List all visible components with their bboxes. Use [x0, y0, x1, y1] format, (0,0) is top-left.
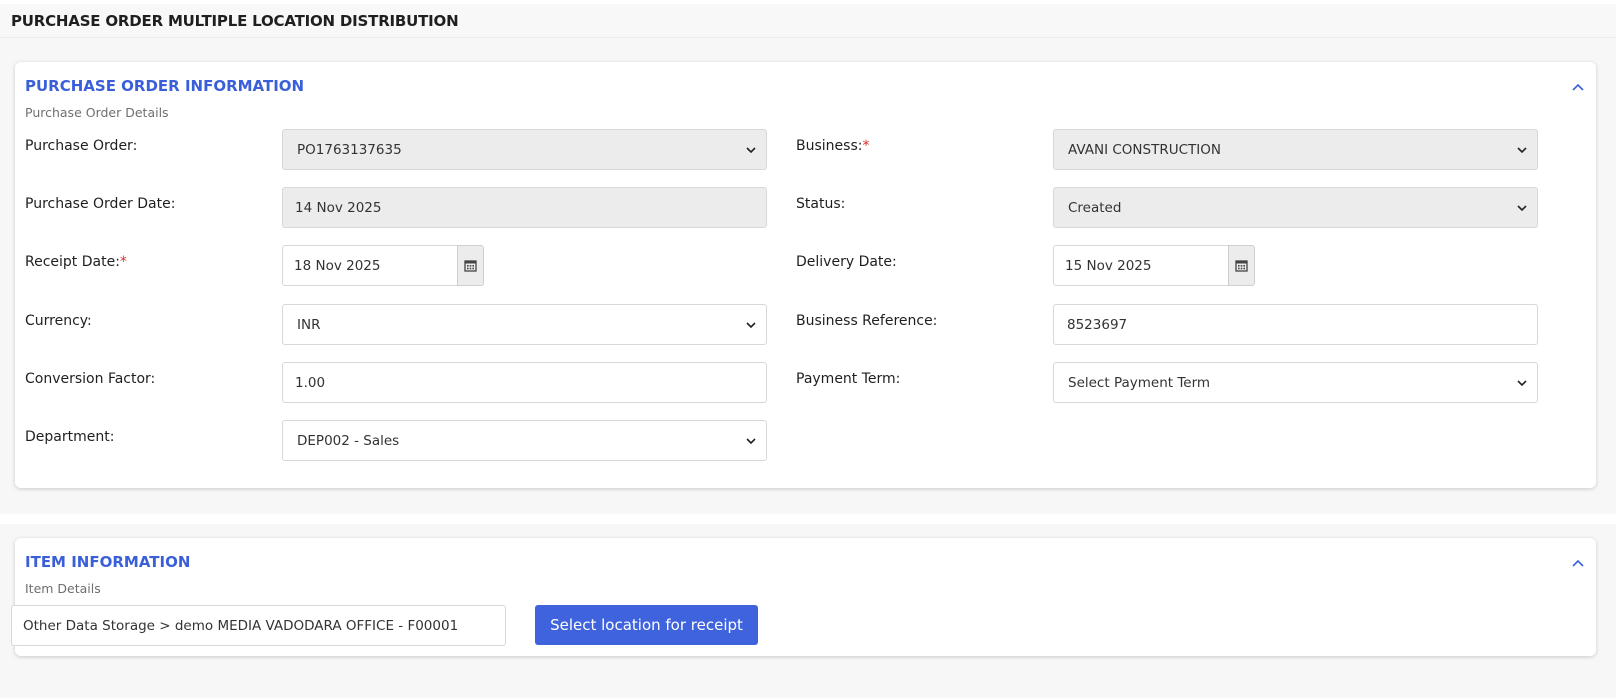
- item-section-title: ITEM INFORMATION: [25, 553, 191, 571]
- currency-value: INR: [297, 316, 321, 333]
- receipt-date-input[interactable]: 18 Nov 2025: [282, 245, 457, 286]
- required-mark: *: [119, 254, 127, 270]
- business-reference-input[interactable]: 8523697: [1053, 304, 1538, 345]
- payment-term-select[interactable]: Select Payment Term: [1053, 362, 1538, 403]
- purchase-order-value: PO1763137635: [297, 141, 402, 158]
- receipt-date-label: Receipt Date:*: [25, 254, 127, 270]
- purchase-order-select[interactable]: PO1763137635: [282, 129, 767, 170]
- chevron-up-icon[interactable]: [1570, 556, 1586, 572]
- business-reference-value: 8523697: [1067, 316, 1128, 333]
- chevron-down-icon: [746, 438, 756, 445]
- delivery-date-input[interactable]: 15 Nov 2025: [1053, 245, 1228, 286]
- po-date-value: 14 Nov 2025: [295, 199, 382, 216]
- status-select[interactable]: Created: [1053, 187, 1538, 228]
- chevron-down-icon: [746, 322, 756, 329]
- purchase-order-label: Purchase Order:: [25, 138, 138, 154]
- receipt-date-value: 18 Nov 2025: [294, 257, 381, 274]
- payment-term-value: Select Payment Term: [1068, 374, 1211, 391]
- department-label: Department:: [25, 429, 115, 445]
- business-reference-label: Business Reference:: [796, 313, 938, 329]
- po-date-field: 14 Nov 2025: [282, 187, 767, 228]
- chevron-down-icon: [1517, 205, 1527, 212]
- currency-select[interactable]: INR: [282, 304, 767, 345]
- location-path-value: Other Data Storage > demo MEDIA VADODARA…: [23, 617, 459, 634]
- currency-label: Currency:: [25, 313, 92, 329]
- business-select[interactable]: AVANI CONSTRUCTION: [1053, 129, 1538, 170]
- status-label: Status:: [796, 196, 846, 212]
- delivery-date-picker: 15 Nov 2025: [1053, 245, 1255, 286]
- po-information-card: PURCHASE ORDER INFORMATION Purchase Orde…: [15, 62, 1596, 488]
- delivery-date-calendar-button[interactable]: [1228, 245, 1255, 286]
- po-section-title: PURCHASE ORDER INFORMATION: [25, 77, 305, 95]
- item-section-subtitle: Item Details: [25, 581, 101, 596]
- calendar-icon: [1235, 260, 1248, 272]
- delivery-date-label: Delivery Date:: [796, 254, 897, 270]
- chevron-down-icon: [746, 147, 756, 154]
- business-value: AVANI CONSTRUCTION: [1068, 141, 1221, 158]
- chevron-down-icon: [1517, 147, 1527, 154]
- payment-term-label: Payment Term:: [796, 371, 901, 387]
- receipt-date-calendar-button[interactable]: [457, 245, 484, 286]
- location-path-input[interactable]: Other Data Storage > demo MEDIA VADODARA…: [11, 605, 506, 646]
- page-title: PURCHASE ORDER MULTIPLE LOCATION DISTRIB…: [11, 12, 459, 30]
- required-mark: *: [862, 138, 870, 154]
- receipt-date-picker: 18 Nov 2025: [282, 245, 484, 286]
- conversion-factor-input[interactable]: 1.00: [282, 362, 767, 403]
- conversion-factor-label: Conversion Factor:: [25, 371, 156, 387]
- business-label: Business:*: [796, 138, 870, 154]
- page-header: PURCHASE ORDER MULTIPLE LOCATION DISTRIB…: [0, 4, 1616, 38]
- delivery-date-value: 15 Nov 2025: [1065, 257, 1152, 274]
- chevron-up-icon[interactable]: [1570, 80, 1586, 96]
- conversion-factor-value: 1.00: [295, 374, 326, 391]
- status-value: Created: [1068, 199, 1122, 216]
- select-location-button[interactable]: Select location for receipt: [535, 605, 758, 645]
- calendar-icon: [464, 260, 477, 272]
- po-section-subtitle: Purchase Order Details: [25, 105, 169, 120]
- department-select[interactable]: DEP002 - Sales: [282, 420, 767, 461]
- department-value: DEP002 - Sales: [297, 432, 400, 449]
- po-date-label: Purchase Order Date:: [25, 196, 176, 212]
- chevron-down-icon: [1517, 380, 1527, 387]
